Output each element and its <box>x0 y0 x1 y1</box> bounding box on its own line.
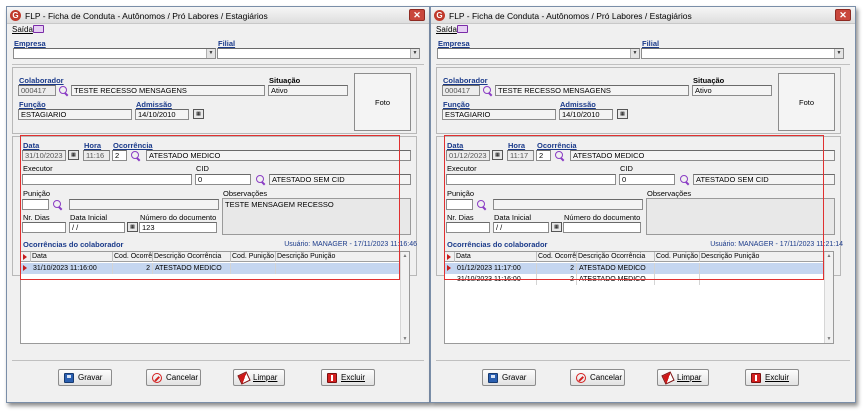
vertical-scrollbar[interactable]: ▲ ▼ <box>824 252 833 343</box>
filial-select[interactable]: ▼ <box>217 48 420 59</box>
colaborador-label: Colaborador <box>443 76 488 85</box>
funcao-label: Função <box>19 100 46 109</box>
limpar-button[interactable]: Limpar <box>233 369 285 386</box>
limpar-label: Limpar <box>253 373 278 382</box>
calendar-icon[interactable]: ▦ <box>193 109 204 119</box>
situacao-label: Situação <box>693 76 725 85</box>
scroll-up-icon[interactable]: ▲ <box>825 252 833 260</box>
admissao-field: 14/10/2010 <box>135 109 189 120</box>
gravar-label: Gravar <box>502 373 527 382</box>
chevron-down-icon[interactable]: ▼ <box>410 49 419 58</box>
admissao-label: Admissão <box>560 100 596 109</box>
title-bar[interactable]: G FLP - Ficha de Conduta - Autônomos / P… <box>431 7 855 24</box>
form-window: G FLP - Ficha de Conduta - Autônomos / P… <box>430 6 856 403</box>
menu-item-saida[interactable]: Saída <box>436 25 457 34</box>
menu-bar: Saída <box>431 24 855 36</box>
app-logo-icon: G <box>434 10 445 21</box>
app-logo-icon: G <box>10 10 21 21</box>
photo-box: Foto <box>354 73 411 131</box>
menu-bar: Saída <box>7 24 429 36</box>
scroll-down-icon[interactable]: ▼ <box>401 335 409 343</box>
funcao-field: ESTAGIARIO <box>18 109 132 120</box>
vertical-scrollbar[interactable]: ▲ ▼ <box>400 252 409 343</box>
funcao-field: ESTAGIARIO <box>442 109 556 120</box>
chevron-down-icon[interactable]: ▼ <box>206 49 215 58</box>
colaborador-name-field: TESTE RECESSO MENSAGENS <box>71 85 265 96</box>
admissao-label: Admissão <box>136 100 172 109</box>
monitor-icon[interactable] <box>457 25 468 33</box>
close-button[interactable]: ✕ <box>835 9 851 21</box>
cancelar-button[interactable]: Cancelar <box>570 369 625 386</box>
close-button[interactable]: ✕ <box>409 9 425 21</box>
window-title: FLP - Ficha de Conduta - Autônomos / Pró… <box>25 11 268 21</box>
cancel-icon <box>152 373 162 383</box>
situacao-label: Situação <box>269 76 301 85</box>
empresa-select[interactable]: ▼ <box>13 48 216 59</box>
limpar-button[interactable]: Limpar <box>657 369 709 386</box>
gravar-button[interactable]: Gravar <box>482 369 536 386</box>
cancelar-label: Cancelar <box>166 373 199 382</box>
divider <box>436 64 850 65</box>
title-bar[interactable]: G FLP - Ficha de Conduta - Autônomos / P… <box>7 7 429 24</box>
limpar-label: Limpar <box>677 373 702 382</box>
save-icon <box>488 373 498 383</box>
situacao-field: Ativo <box>692 85 772 96</box>
highlight-box <box>20 135 400 280</box>
excluir-label: Excluir <box>341 373 366 382</box>
eraser-icon <box>661 371 675 385</box>
situacao-field: Ativo <box>268 85 348 96</box>
eraser-icon <box>237 371 251 385</box>
gravar-button[interactable]: Gravar <box>58 369 112 386</box>
filial-label: Filial <box>642 39 660 48</box>
window-title: FLP - Ficha de Conduta - Autônomos / Pró… <box>449 11 692 21</box>
filial-label: Filial <box>218 39 236 48</box>
empresa-label: Empresa <box>438 39 470 48</box>
monitor-icon[interactable] <box>33 25 44 33</box>
search-icon[interactable] <box>483 86 493 96</box>
colaborador-code-field[interactable]: 000417 <box>18 85 56 96</box>
empresa-label: Empresa <box>14 39 46 48</box>
trash-icon <box>327 373 337 383</box>
gravar-label: Gravar <box>78 373 103 382</box>
photo-box: Foto <box>778 73 835 131</box>
form-window: G FLP - Ficha de Conduta - Autônomos / P… <box>6 6 430 403</box>
colaborador-label: Colaborador <box>19 76 64 85</box>
excluir-label: Excluir <box>765 373 790 382</box>
chevron-down-icon[interactable]: ▼ <box>630 49 639 58</box>
admissao-field: 14/10/2010 <box>559 109 613 120</box>
filial-select[interactable]: ▼ <box>641 48 844 59</box>
empresa-select[interactable]: ▼ <box>437 48 640 59</box>
calendar-icon[interactable]: ▦ <box>617 109 628 119</box>
scroll-down-icon[interactable]: ▼ <box>825 335 833 343</box>
divider <box>12 64 424 65</box>
funcao-label: Função <box>443 100 470 109</box>
colaborador-name-field: TESTE RECESSO MENSAGENS <box>495 85 689 96</box>
excluir-button[interactable]: Excluir <box>321 369 375 386</box>
save-icon <box>64 373 74 383</box>
colaborador-code-field[interactable]: 000417 <box>442 85 480 96</box>
highlight-box <box>444 135 824 280</box>
cancelar-button[interactable]: Cancelar <box>146 369 201 386</box>
excluir-button[interactable]: Excluir <box>745 369 799 386</box>
trash-icon <box>751 373 761 383</box>
menu-item-saida[interactable]: Saída <box>12 25 33 34</box>
cancel-icon <box>576 373 586 383</box>
cancelar-label: Cancelar <box>590 373 623 382</box>
search-icon[interactable] <box>59 86 69 96</box>
divider <box>12 360 424 361</box>
scroll-up-icon[interactable]: ▲ <box>401 252 409 260</box>
divider <box>436 360 850 361</box>
chevron-down-icon[interactable]: ▼ <box>834 49 843 58</box>
